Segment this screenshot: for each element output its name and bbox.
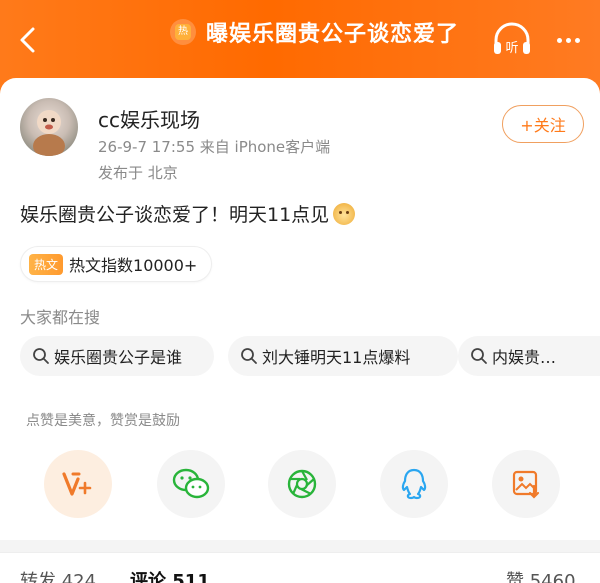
interaction-tabs: 转发 424 评论 511 赞 5460: [0, 552, 600, 583]
hot-chip-icon: 热: [170, 19, 196, 45]
search-icon: [33, 348, 49, 364]
follow-button[interactable]: +关注: [502, 105, 584, 143]
search-chip-label: 刘大锤明天11点爆料: [262, 348, 411, 367]
page-title: 曝娱乐圈贵公子谈恋爱了: [206, 22, 460, 47]
search-chip[interactable]: 内娱贵…: [458, 336, 600, 376]
post-content: 娱乐圈贵公子谈恋爱了！明天11点见: [20, 200, 356, 227]
post-text: 娱乐圈贵公子谈恋爱了！明天11点见: [20, 204, 330, 226]
reward-tip: 点赞是美意，赞赏是鼓励: [26, 413, 180, 429]
more-dot-icon: [574, 37, 580, 43]
post-location: 发布于 北京: [98, 164, 178, 182]
hot-tag: 热文: [29, 253, 64, 275]
hot-index-text: 热文指数10000+: [69, 256, 198, 275]
reward-button[interactable]: [44, 450, 112, 518]
reward-icon: [62, 472, 92, 496]
hot-chip-label: 热: [175, 24, 191, 40]
post-card: cc娱乐现场 26-9-7 17:55 来自 iPhone客户端 发布于 北京 …: [0, 78, 600, 540]
more-button[interactable]: [550, 24, 586, 56]
search-chip[interactable]: 刘大锤明天11点爆料: [228, 336, 458, 376]
listen-label: 听: [505, 41, 518, 56]
username[interactable]: cc娱乐现场: [98, 104, 200, 133]
search-icon: [471, 348, 487, 364]
search-chip-label: 娱乐圈贵公子是谁: [54, 348, 183, 367]
share-moments-button[interactable]: [268, 450, 336, 518]
tab-like[interactable]: 赞 5460: [506, 567, 576, 583]
post-time-source: 26-9-7 17:55 来自 iPhone客户端: [98, 138, 331, 156]
qq-icon: [401, 468, 427, 500]
back-arrow-icon: [20, 27, 35, 53]
save-image-button[interactable]: [492, 450, 560, 518]
tab-comment[interactable]: 评论 511: [130, 567, 210, 583]
hot-index-badge[interactable]: 热文 热文指数10000+: [20, 246, 213, 282]
wechat-icon: [172, 468, 210, 499]
tab-repost[interactable]: 转发 424: [20, 567, 96, 583]
share-qq-button[interactable]: [380, 450, 448, 518]
trending-search-list: 娱乐圈贵公子是谁 刘大锤明天11点爆料 内娱贵…: [20, 336, 600, 376]
more-dot-icon: [556, 37, 562, 43]
doge-emoji-icon: [333, 202, 356, 225]
save-image-icon: [512, 470, 540, 499]
headphones-icon: 听: [494, 22, 530, 56]
more-dot-icon: [565, 37, 571, 43]
share-wechat-button[interactable]: [157, 450, 225, 518]
avatar-image: [33, 110, 65, 156]
trending-search-title: 大家都在搜: [20, 308, 101, 327]
moments-icon: [287, 469, 317, 499]
search-chip[interactable]: 娱乐圈贵公子是谁: [20, 336, 214, 376]
listen-button[interactable]: 听: [491, 22, 533, 58]
search-icon: [241, 348, 257, 364]
search-chip-label: 内娱贵…: [492, 348, 557, 367]
back-button[interactable]: [10, 22, 46, 58]
share-actions: [0, 450, 600, 526]
avatar[interactable]: [20, 98, 78, 156]
header-title-area[interactable]: 热 曝娱乐圈贵公子谈恋爱了: [170, 14, 459, 50]
